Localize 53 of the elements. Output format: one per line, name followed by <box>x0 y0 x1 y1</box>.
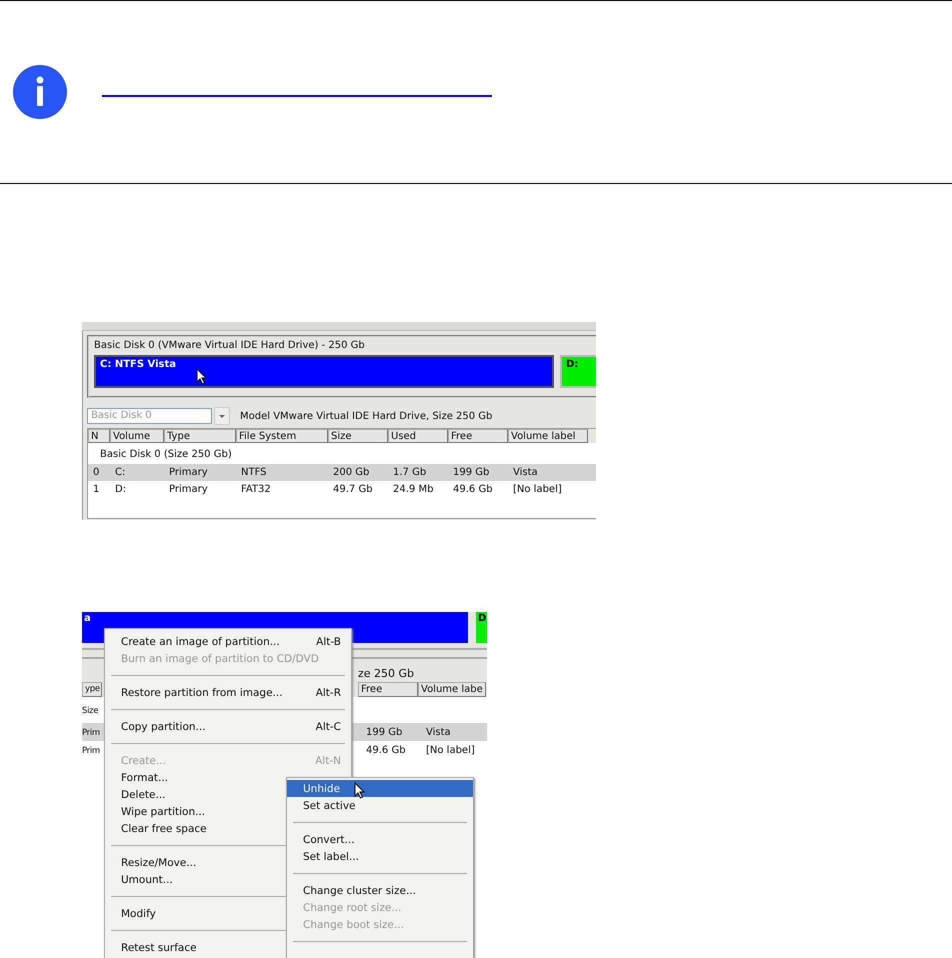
table-cell-text: C: <box>114 467 126 478</box>
table-cell-text: NTFS <box>240 467 268 478</box>
column-header[interactable]: Volume labe <box>418 682 486 697</box>
column-header[interactable]: Volume <box>110 429 164 443</box>
partition-block[interactable]: D <box>476 612 487 643</box>
column-header[interactable]: ype <box>82 682 102 697</box>
info-icon <box>12 64 68 120</box>
table-cell: Vista <box>426 726 451 738</box>
table-cell-text: D: <box>114 484 128 495</box>
table-cell: Prim <box>82 746 100 756</box>
table-cell-text: 199 Gb <box>452 467 490 478</box>
disk-group-label: Basic Disk 0 (Size 250 Gb) <box>100 449 232 460</box>
column-header[interactable]: Size <box>328 429 388 443</box>
mouse-pointer-icon <box>354 782 365 799</box>
table-cell-text: FAT32 <box>240 484 272 495</box>
partition-block[interactable]: D: <box>560 355 596 388</box>
menu-item[interactable]: Restore partition from image... Alt-R <box>105 684 351 701</box>
column-header[interactable]: Free <box>448 429 508 443</box>
column-header[interactable]: N <box>88 429 110 443</box>
table-cell-text: Vista <box>512 467 539 478</box>
table-cell-text: 24.9 Mb <box>392 484 434 495</box>
table-cell-text: 49.7 Gb <box>332 484 374 495</box>
menu-item[interactable]: Copy partition... Alt-C <box>105 718 351 735</box>
table-cell-text: 49.6 Gb <box>452 484 494 495</box>
menu-item[interactable]: Set active <box>287 797 473 814</box>
column-header[interactable]: Free <box>358 682 418 697</box>
disk-title: Basic Disk 0 (VMware Virtual IDE Hard Drive) - 250 Gb <box>94 340 366 353</box>
table-cell-text: 1 <box>92 484 100 495</box>
size-label: Size <box>82 706 98 716</box>
table-cell-text: [No label] <box>512 484 563 495</box>
table-cell-text: 0 <box>92 467 100 478</box>
table-cell-text: 1.7 Gb <box>392 467 428 478</box>
table-cell-text: 199 Gb <box>366 726 404 738</box>
table-cell: [No label] <box>426 744 475 756</box>
column-header[interactable]: Volume label <box>508 429 588 443</box>
column-header[interactable]: Used <box>388 429 448 443</box>
menu-item[interactable]: Convert... <box>287 831 473 848</box>
table-cell-text: 49.6 Gb <box>366 744 407 756</box>
menu-item[interactable]: Unhide <box>287 780 473 797</box>
menu-item[interactable]: Change cluster size... <box>287 882 473 899</box>
table-cell-text: Primary <box>168 484 209 495</box>
column-header[interactable]: File System <box>236 429 328 443</box>
partition-block[interactable]: C: NTFS Vista <box>94 355 554 388</box>
column-header[interactable]: Type <box>164 429 236 443</box>
mouse-pointer-icon <box>196 368 207 385</box>
partition-row[interactable]: 1 D: Primary FAT32 49.7 Gb 24.9 Mb 49.6 Gb [No label] <box>88 481 596 498</box>
menu-item[interactable]: Set label... <box>287 848 473 865</box>
model-text: Model VMware Virtual IDE Hard Drive, Size 250 Gb <box>240 410 492 422</box>
model-text: ze 250 Gb <box>358 667 414 680</box>
table-cell-text: Primary <box>168 467 209 478</box>
table-cell: Prim <box>82 728 100 738</box>
table-cell-text: 200 Gb <box>332 467 370 478</box>
partition-row[interactable]: 0 C: Primary NTFS 200 Gb 1.7 Gb 199 Gb Vista <box>88 464 596 481</box>
